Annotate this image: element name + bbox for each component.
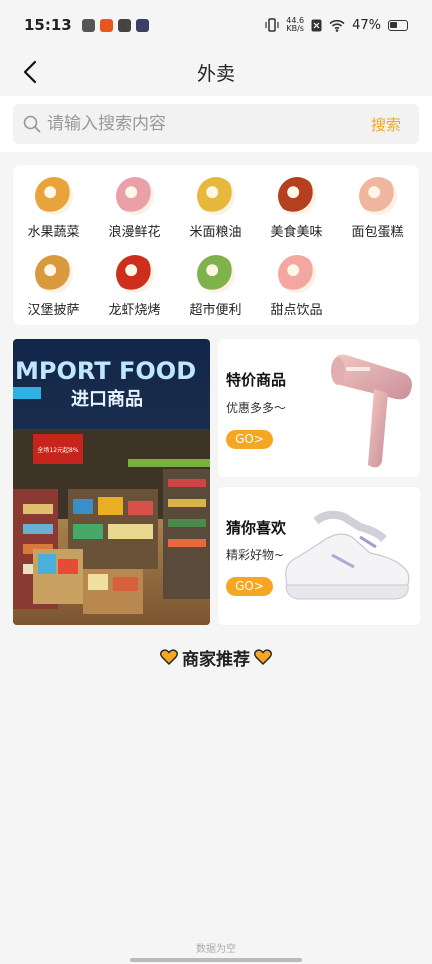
search-bar: 搜索 bbox=[0, 96, 432, 152]
category-item[interactable]: 美食美味 bbox=[256, 173, 337, 251]
net-speed-unit: KB/s bbox=[286, 24, 304, 33]
go-button-guess[interactable]: GO> bbox=[226, 577, 273, 596]
category-label: 水果蔬菜 bbox=[27, 225, 80, 240]
crayfish-icon bbox=[115, 255, 154, 293]
sneaker-image bbox=[285, 510, 410, 600]
nav-bar: 外卖 bbox=[0, 50, 432, 94]
category-item[interactable]: 水果蔬菜 bbox=[13, 173, 94, 251]
promo-banner-import-goods[interactable]: 全场12元起8% MPORT FOOD 进口商品 bbox=[13, 339, 210, 625]
category-label: 汉堡披萨 bbox=[27, 303, 80, 318]
page-title: 外卖 bbox=[196, 62, 235, 85]
grocery-icon bbox=[196, 255, 235, 293]
battery-percent: 47% bbox=[352, 17, 381, 33]
wifi-icon bbox=[329, 19, 345, 32]
food-icon bbox=[277, 177, 316, 215]
status-bar: 15:13 44.6 KB/s 47% bbox=[0, 0, 432, 50]
category-item[interactable]: 面包蛋糕 bbox=[337, 173, 418, 251]
search-box: 搜索 bbox=[13, 104, 419, 144]
home-indicator[interactable] bbox=[130, 958, 302, 962]
burger-icon bbox=[34, 255, 73, 293]
category-label: 甜点饮品 bbox=[270, 303, 323, 318]
oil-icon bbox=[196, 177, 235, 215]
heart-icon bbox=[160, 649, 178, 665]
app-icon bbox=[99, 18, 113, 32]
category-grid: 水果蔬菜 浪漫鲜花 米面粮油 美食美味 面包蛋糕汉堡披萨 龙虾烧烤 超市便利 甜点饮品 bbox=[13, 165, 419, 329]
price-sign-text: 全场12元起8% bbox=[37, 446, 78, 454]
status-notification-icons bbox=[81, 18, 149, 32]
promo-card-guess[interactable]: 猜你喜欢 精彩好物~ GO> bbox=[218, 487, 420, 625]
flower-icon bbox=[115, 177, 154, 215]
category-item[interactable]: 汉堡披萨 bbox=[13, 251, 94, 329]
category-item[interactable]: 米面粮油 bbox=[175, 173, 256, 251]
heart-icon bbox=[254, 649, 272, 665]
merchant-recommend-header: 商家推荐 bbox=[0, 643, 432, 671]
chevron-left-icon bbox=[23, 60, 37, 84]
promo-card-special[interactable]: 特价商品 优惠多多～ GO> bbox=[218, 339, 420, 477]
net-speed: 44.6 KB/s bbox=[286, 17, 304, 33]
sim-off-icon bbox=[311, 19, 322, 31]
category-item[interactable]: 浪漫鲜花 bbox=[94, 173, 175, 251]
merchant-recommend-title: 商家推荐 bbox=[182, 649, 250, 670]
search-input[interactable] bbox=[47, 114, 371, 134]
status-time: 15:13 bbox=[24, 16, 72, 34]
category-label: 米面粮油 bbox=[189, 225, 242, 240]
go-button-special[interactable]: GO> bbox=[226, 430, 273, 449]
empty-data-text: 数据为空 bbox=[196, 944, 236, 955]
fruit-icon bbox=[34, 177, 73, 215]
status-right: 44.6 KB/s 47% bbox=[265, 17, 408, 33]
import-sign-cn: 进口商品 bbox=[71, 388, 143, 410]
back-button[interactable] bbox=[14, 56, 46, 88]
cake-icon bbox=[358, 177, 397, 215]
category-label: 面包蛋糕 bbox=[351, 225, 404, 240]
link-icon bbox=[117, 18, 131, 32]
search-button[interactable]: 搜索 bbox=[371, 114, 401, 135]
battery-icon bbox=[388, 19, 408, 31]
category-item[interactable]: 龙虾烧烤 bbox=[94, 251, 175, 329]
play-icon bbox=[135, 18, 149, 32]
search-icon bbox=[23, 115, 41, 133]
category-item[interactable]: 甜点饮品 bbox=[256, 251, 337, 329]
promo-subtitle-special: 优惠多多～ bbox=[226, 401, 287, 415]
drink-icon bbox=[277, 255, 316, 293]
promo-title-guess: 猜你喜欢 bbox=[226, 519, 287, 537]
promo-title-special: 特价商品 bbox=[226, 371, 287, 389]
import-sign-text: MPORT FOOD bbox=[15, 357, 196, 385]
store-photo: 全场12元起8% MPORT FOOD 进口商品 bbox=[13, 339, 210, 625]
hair-dryer-image bbox=[331, 354, 412, 468]
category-card: 水果蔬菜 浪漫鲜花 米面粮油 美食美味 面包蛋糕汉堡披萨 龙虾烧烤 超市便利 甜点饮品 bbox=[13, 165, 419, 325]
promo-subtitle-guess: 精彩好物~ bbox=[226, 548, 285, 562]
category-label: 龙虾烧烤 bbox=[108, 303, 161, 318]
category-label: 浪漫鲜花 bbox=[108, 225, 161, 240]
category-label: 超市便利 bbox=[189, 303, 242, 318]
category-label: 美食美味 bbox=[270, 225, 323, 240]
mail-icon bbox=[81, 18, 95, 32]
category-item[interactable]: 超市便利 bbox=[175, 251, 256, 329]
vibrate-icon bbox=[265, 18, 279, 32]
